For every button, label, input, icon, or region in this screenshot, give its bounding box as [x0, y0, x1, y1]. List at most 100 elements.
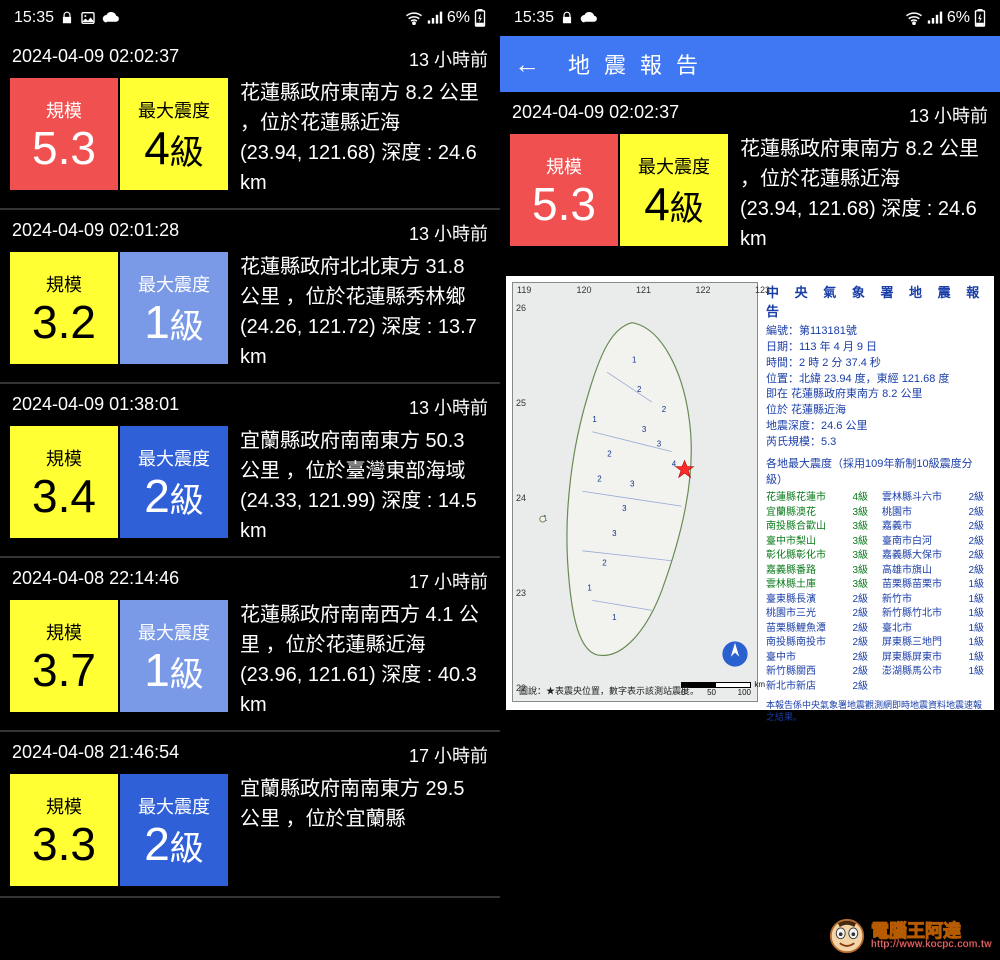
magnitude-label: 規模 [46, 445, 82, 471]
intensity-loc: 雲林縣土庫 [766, 578, 833, 593]
intensity-title: 各地最大震度（採用109年新制10級震度分級） [766, 457, 986, 489]
intensity-level: 2級 [961, 564, 986, 579]
intensity-label: 最大震度 [638, 153, 710, 179]
detail-timestamp: 2024-04-09 02:02:37 [512, 102, 679, 128]
intensity-loc: 新竹縣關西 [766, 665, 833, 680]
intensity-level: 1級 [961, 651, 986, 666]
report-line: 時間：2 時 2 分 37.4 秒 [766, 356, 986, 372]
report-footnote: 本報告係中央氣象署地震觀測網即時地震資料地震速報之結果。 [766, 700, 986, 723]
magnitude-value: 5.3 [532, 181, 596, 227]
intensity-label: 最大震度 [138, 271, 210, 297]
intensity-level: 1級 [961, 636, 986, 651]
eq-ago: 17 小時前 [409, 568, 488, 594]
intensity-level: 2級 [845, 665, 870, 680]
magnitude-box: 規模 5.3 [510, 134, 618, 246]
phone-right: 15:35 6% ← 地震報告 2024-04-09 02:02:37 13 小… [500, 0, 1000, 960]
intensity-level: 1級 [961, 593, 986, 608]
earthquake-detail: 2024-04-09 02:02:37 13 小時前 規模 5.3 最大震度 4… [500, 92, 1000, 264]
intensity-level: 2級 [845, 680, 870, 695]
magnitude-label: 規模 [46, 619, 82, 645]
map-svg: 433 333 222 221 111 1 [513, 283, 757, 700]
intensity-level: 2級 [845, 636, 870, 651]
intensity-label: 最大震度 [138, 619, 210, 645]
intensity-box: 最大震度 4級 [120, 78, 228, 190]
cloud-icon [102, 11, 120, 25]
intensity-loc: 新竹縣竹北市 [882, 607, 949, 622]
intensity-loc: 花蓮縣花蓮市 [766, 491, 833, 506]
intensity-loc: 臺東縣長濱 [766, 593, 833, 608]
intensity-loc: 彰化縣彰化市 [766, 549, 833, 564]
svg-text:2: 2 [637, 385, 641, 394]
lat-tick: 25 [516, 398, 526, 408]
intensity-label: 最大震度 [138, 445, 210, 471]
intensity-level: 3級 [845, 506, 870, 521]
earthquake-list: 2024-04-09 02:02:37 13 小時前 規模 5.3 最大震度 4… [0, 36, 500, 898]
svg-text:3: 3 [622, 504, 627, 513]
intensity-loc: 新北市新店 [766, 680, 833, 695]
earthquake-item[interactable]: 2024-04-09 01:38:01 13 小時前 規模 3.4 最大震度 2… [0, 384, 500, 558]
intensity-value: 4級 [144, 125, 204, 171]
earthquake-item[interactable]: 2024-04-08 21:46:54 17 小時前 規模 3.3 最大震度 2… [0, 732, 500, 898]
magnitude-box: 規模 3.3 [10, 774, 118, 886]
eq-location: 花蓮縣政府北北東方 31.8 公里 ，位於花蓮縣秀林鄉(24.26, 121.7… [230, 252, 490, 372]
svg-text:3: 3 [630, 479, 635, 488]
lat-tick: 23 [516, 588, 526, 598]
intensity-label: 最大震度 [138, 793, 210, 819]
magnitude-value: 3.7 [32, 647, 96, 693]
eq-ago: 17 小時前 [409, 742, 488, 768]
status-bar: 15:35 6% [500, 0, 1000, 36]
intensity-loc: 屏東縣三地門 [882, 636, 949, 651]
compass-icon [721, 640, 749, 673]
intensity-level: 1級 [961, 607, 986, 622]
intensity-loc: 屏東縣屏東市 [882, 651, 949, 666]
report-line: 位於 花蓮縣近海 [766, 403, 986, 419]
cloud-icon [580, 11, 598, 25]
intensity-loc: 嘉義縣大保市 [882, 549, 949, 564]
status-time: 15:35 [514, 9, 554, 27]
report-line: 日期：113 年 4 月 9 日 [766, 340, 986, 356]
intensity-loc: 宜蘭縣澳花 [766, 506, 833, 521]
lon-tick: 122 [696, 285, 711, 295]
intensity-level: 2級 [961, 491, 986, 506]
intensity-loc: 臺中市 [766, 651, 833, 666]
intensity-box: 最大震度 1級 [120, 600, 228, 712]
battery-icon [474, 9, 486, 27]
intensity-loc: 臺北市 [882, 622, 949, 637]
intensity-loc: 桃園市三光 [766, 607, 833, 622]
magnitude-value: 3.3 [32, 821, 96, 867]
intensity-value: 4級 [644, 181, 704, 227]
earthquake-item[interactable]: 2024-04-08 22:14:46 17 小時前 規模 3.7 最大震度 1… [0, 558, 500, 732]
intensity-loc: 嘉義市 [882, 520, 949, 535]
intensity-level: 2級 [961, 535, 986, 550]
intensity-level: 3級 [845, 564, 870, 579]
svg-text:3: 3 [612, 529, 617, 538]
svg-text:2: 2 [597, 474, 601, 483]
intensity-loc: 高雄市旗山 [882, 564, 949, 579]
intensity-box: 最大震度 1級 [120, 252, 228, 364]
taiwan-map: 433 333 222 221 111 1 119120121122123 26… [512, 282, 758, 702]
eq-timestamp: 2024-04-09 02:02:37 [12, 46, 179, 72]
back-button[interactable]: ← [514, 49, 540, 80]
earthquake-item[interactable]: 2024-04-09 02:02:37 13 小時前 規模 5.3 最大震度 4… [0, 36, 500, 210]
intensity-loc: 南投縣南投市 [766, 636, 833, 651]
svg-text:2: 2 [602, 559, 606, 568]
report-line: 即在 花蓮縣政府東南方 8.2 公里 [766, 387, 986, 403]
svg-text:2: 2 [607, 450, 611, 459]
status-time: 15:35 [14, 9, 54, 27]
eq-timestamp: 2024-04-08 21:46:54 [12, 742, 179, 768]
intensity-loc: 雲林縣斗六市 [882, 491, 949, 506]
magnitude-label: 規模 [546, 153, 582, 179]
battery-icon [974, 9, 986, 27]
intensity-level: 2級 [845, 651, 870, 666]
lat-tick: 26 [516, 303, 526, 313]
wifi-icon [405, 11, 423, 25]
svg-text:3: 3 [657, 440, 662, 449]
report-info: 中 央 氣 象 署 地 震 報 告 編號：第113181號日期：113 年 4 … [764, 282, 988, 702]
magnitude-box: 規模 3.7 [10, 600, 118, 712]
earthquake-item[interactable]: 2024-04-09 02:01:28 13 小時前 規模 3.2 最大震度 1… [0, 210, 500, 384]
intensity-box: 最大震度 2級 [120, 426, 228, 538]
intensity-level: 3級 [845, 520, 870, 535]
intensity-box: 最大震度 2級 [120, 774, 228, 886]
magnitude-label: 規模 [46, 271, 82, 297]
eq-ago: 13 小時前 [409, 220, 488, 246]
